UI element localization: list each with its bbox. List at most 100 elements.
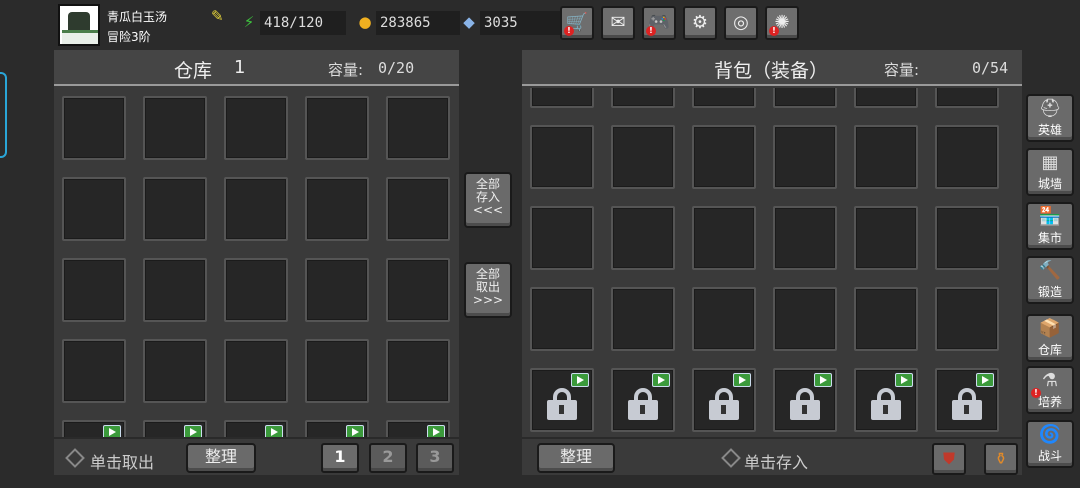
player-avatar[interactable] bbox=[58, 4, 100, 46]
page-button-3[interactable]: 3 bbox=[416, 443, 454, 473]
inventory-slot[interactable] bbox=[854, 88, 918, 108]
firework-button[interactable]: ✺! bbox=[765, 6, 799, 40]
inventory-slot[interactable] bbox=[854, 287, 918, 351]
inventory-slot[interactable] bbox=[935, 125, 999, 189]
warehouse-grid bbox=[54, 88, 459, 437]
inventory-slot[interactable] bbox=[224, 96, 288, 160]
locked-slot[interactable] bbox=[305, 420, 369, 437]
backpack-hint: 单击存入 bbox=[744, 453, 809, 472]
inventory-slot[interactable] bbox=[386, 96, 450, 160]
locked-slot[interactable] bbox=[692, 368, 756, 432]
energy-value: 418/120 bbox=[260, 11, 346, 35]
side-nav-item-6[interactable]: 🌀 战斗 bbox=[1026, 420, 1074, 468]
inventory-slot[interactable] bbox=[305, 339, 369, 403]
inventory-slot[interactable] bbox=[935, 88, 999, 108]
color-wheel-button[interactable]: ◎ bbox=[724, 6, 758, 40]
inventory-slot[interactable] bbox=[62, 177, 126, 241]
inventory-slot[interactable] bbox=[611, 206, 675, 270]
inventory-slot[interactable] bbox=[224, 339, 288, 403]
backpack-sort-button[interactable]: 整理 bbox=[537, 443, 615, 473]
side-nav-item-5[interactable]: ⚗ 培养! bbox=[1026, 366, 1074, 414]
side-nav-icon: 🌀 bbox=[1038, 424, 1062, 445]
locked-slot[interactable] bbox=[530, 368, 594, 432]
inventory-slot[interactable] bbox=[305, 96, 369, 160]
diamond-icon bbox=[65, 448, 85, 468]
page-button-2[interactable]: 2 bbox=[369, 443, 407, 473]
locked-slot[interactable] bbox=[611, 368, 675, 432]
player-rank: 冒险3阶 bbox=[107, 30, 151, 44]
side-nav-item-1[interactable]: ▦ 城墙 bbox=[1026, 148, 1074, 196]
inventory-slot[interactable] bbox=[62, 339, 126, 403]
inventory-slot[interactable] bbox=[386, 177, 450, 241]
store-all-button[interactable]: 全部 存入 <<< bbox=[464, 172, 512, 228]
inventory-slot[interactable] bbox=[386, 258, 450, 322]
inventory-slot[interactable] bbox=[611, 125, 675, 189]
inventory-slot[interactable] bbox=[530, 206, 594, 270]
edit-name-icon[interactable]: ✎ bbox=[211, 8, 227, 24]
ad-video-icon bbox=[733, 373, 751, 387]
inventory-slot[interactable] bbox=[692, 88, 756, 108]
page-button-1[interactable]: 1 bbox=[321, 443, 359, 473]
inventory-slot[interactable] bbox=[386, 339, 450, 403]
locked-slot[interactable] bbox=[773, 368, 837, 432]
side-nav-item-4[interactable]: 📦 仓库 bbox=[1026, 314, 1074, 362]
inventory-slot[interactable] bbox=[530, 88, 594, 108]
inventory-slot[interactable] bbox=[773, 206, 837, 270]
inventory-slot[interactable] bbox=[143, 258, 207, 322]
alert-badge: ! bbox=[646, 26, 656, 36]
inventory-slot[interactable] bbox=[773, 125, 837, 189]
inventory-slot[interactable] bbox=[224, 177, 288, 241]
left-edge-tab[interactable] bbox=[0, 72, 7, 158]
side-nav-item-3[interactable]: 🔨 锻造 bbox=[1026, 256, 1074, 304]
settings-gear-button[interactable]: ⚙ bbox=[683, 6, 717, 40]
locked-slot[interactable] bbox=[224, 420, 288, 437]
warehouse-panel: 仓库 1 容量: 0/20 单击取出 整理 1 2 3 bbox=[54, 50, 459, 475]
take-all-button[interactable]: 全部 取出 >>> bbox=[464, 262, 512, 318]
side-nav-label: 战斗 bbox=[1037, 449, 1062, 463]
inventory-slot[interactable] bbox=[224, 258, 288, 322]
inventory-slot[interactable] bbox=[692, 287, 756, 351]
inventory-slot[interactable] bbox=[692, 125, 756, 189]
armor-filter-icon[interactable]: ⛊ bbox=[932, 443, 966, 475]
locked-slot[interactable] bbox=[143, 420, 207, 437]
side-nav-item-0[interactable]: ⛑ 英雄 bbox=[1026, 94, 1074, 142]
ad-video-icon bbox=[814, 373, 832, 387]
inventory-slot[interactable] bbox=[62, 258, 126, 322]
inventory-slot[interactable] bbox=[530, 287, 594, 351]
warehouse-sort-button[interactable]: 整理 bbox=[186, 443, 256, 473]
inventory-slot[interactable] bbox=[143, 339, 207, 403]
locked-slot[interactable] bbox=[386, 420, 450, 437]
shop-cart-button[interactable]: 🛒! bbox=[560, 6, 594, 40]
lock-icon bbox=[789, 388, 821, 420]
inventory-slot[interactable] bbox=[143, 96, 207, 160]
inventory-slot[interactable] bbox=[305, 258, 369, 322]
inventory-slot[interactable] bbox=[935, 287, 999, 351]
warehouse-capacity-label: 容量: bbox=[328, 61, 364, 79]
mail-button[interactable]: ✉ bbox=[601, 6, 635, 40]
potion-filter-icon[interactable]: ⚱ bbox=[984, 443, 1018, 475]
gamepad-button[interactable]: 🎮! bbox=[642, 6, 676, 40]
gold-value: 283865 bbox=[376, 11, 460, 35]
ad-video-icon bbox=[571, 373, 589, 387]
inventory-slot[interactable] bbox=[611, 287, 675, 351]
inventory-slot[interactable] bbox=[611, 88, 675, 108]
locked-slot[interactable] bbox=[854, 368, 918, 432]
locked-slot[interactable] bbox=[935, 368, 999, 432]
inventory-slot[interactable] bbox=[62, 96, 126, 160]
inventory-slot[interactable] bbox=[530, 125, 594, 189]
locked-slot[interactable] bbox=[62, 420, 126, 437]
inventory-slot[interactable] bbox=[692, 206, 756, 270]
warehouse-number: 1 bbox=[234, 57, 246, 78]
backpack-grid bbox=[522, 88, 1022, 437]
inventory-slot[interactable] bbox=[935, 206, 999, 270]
warehouse-capacity-value: 0/20 bbox=[378, 59, 415, 77]
ad-video-icon bbox=[427, 425, 445, 437]
side-nav-item-2[interactable]: 🏪 集市 bbox=[1026, 202, 1074, 250]
inventory-slot[interactable] bbox=[854, 206, 918, 270]
inventory-slot[interactable] bbox=[143, 177, 207, 241]
inventory-slot[interactable] bbox=[773, 287, 837, 351]
inventory-slot[interactable] bbox=[773, 88, 837, 108]
inventory-slot[interactable] bbox=[305, 177, 369, 241]
side-nav-icon: 🏪 bbox=[1038, 206, 1062, 227]
inventory-slot[interactable] bbox=[854, 125, 918, 189]
